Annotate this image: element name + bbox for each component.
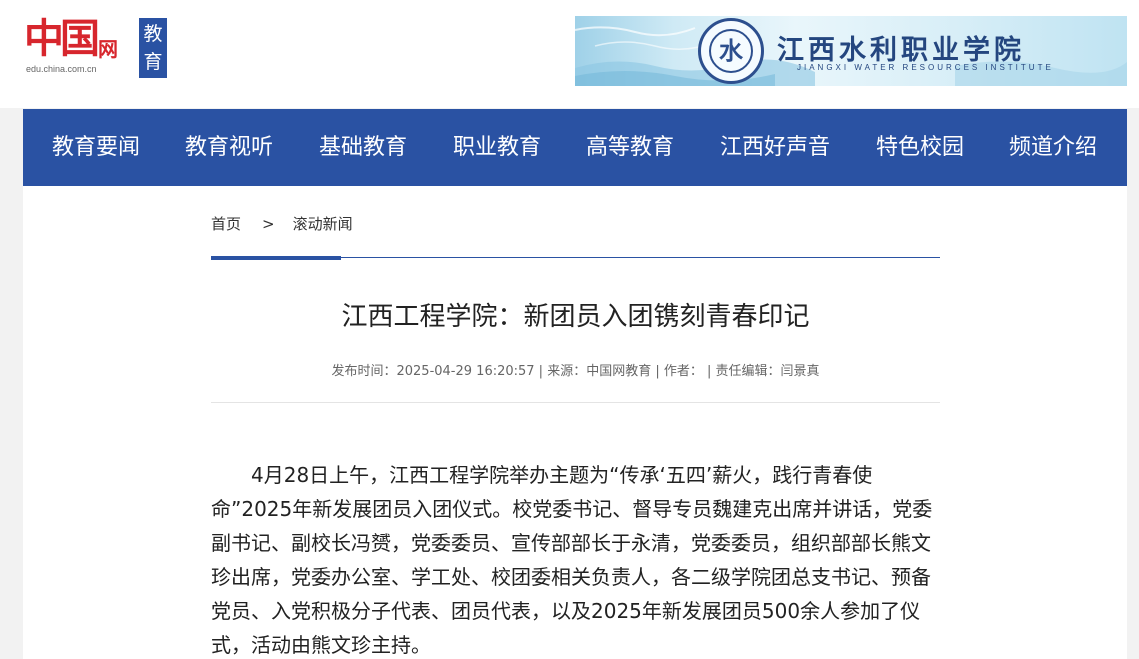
article-page: 首页 > 滚动新闻 江西工程学院：新团员入团镌刻青春印记 发布时间：2025-04-… [23, 186, 1127, 659]
banner-subtitle: JIANGXI WATER RESOURCES INSTITUTE [797, 63, 1054, 72]
article-meta: 发布时间：2025-04-29 16:20:57 | 来源：中国网教育 | 作者… [331, 364, 820, 379]
nav-item-basic-education[interactable]: 基础教育 [319, 109, 407, 186]
seal-inner: 水 [709, 29, 753, 73]
nav-item-channel-intro[interactable]: 频道介绍 [1009, 109, 1097, 186]
logo-text: 中国网 [24, 15, 118, 62]
banner-title: 江西水利职业学院 [777, 35, 1025, 66]
article-body: 4月28日上午，江西工程学院举办主题为“传承‘五四’薪火，践行青春使命”2025… [211, 458, 940, 659]
nav-item-higher-education[interactable]: 高等教育 [586, 109, 674, 186]
main-nav: 教育要闻 教育视听 基础教育 职业教育 高等教育 江西好声音 特色校园 频道介绍 [23, 109, 1127, 186]
channel-badge: 教育 [139, 18, 167, 78]
nav-item-featured-campus[interactable]: 特色校园 [876, 109, 964, 186]
logo-mark: 中国网 edu.china.com.cn [24, 14, 134, 80]
breadcrumb: 首页 > 滚动新闻 [211, 213, 353, 234]
article-title: 江西工程学院：新团员入团镌刻青春印记 [341, 302, 810, 332]
nav-item-education-video[interactable]: 教育视听 [185, 109, 273, 186]
breadcrumb-separator: > [262, 215, 275, 233]
nav-item-education-news[interactable]: 教育要闻 [52, 109, 140, 186]
breadcrumb-home-link[interactable]: 首页 [211, 213, 241, 234]
site-header: 中国网 edu.china.com.cn 教育 水 江西水利职业学院 JIANG… [0, 0, 1139, 108]
breadcrumb-divider-accent [211, 256, 341, 260]
logo-url: edu.china.com.cn [26, 64, 97, 74]
meta-divider [211, 402, 940, 403]
college-seal-icon: 水 [698, 18, 764, 84]
nav-item-vocational-education[interactable]: 职业教育 [453, 109, 541, 186]
nav-item-jiangxi-voice[interactable]: 江西好声音 [720, 109, 830, 186]
china-net-logo[interactable]: 中国网 edu.china.com.cn 教育 [24, 14, 169, 80]
college-banner[interactable]: 水 江西水利职业学院 JIANGXI WATER RESOURCES INSTI… [575, 16, 1127, 86]
article-paragraph: 4月28日上午，江西工程学院举办主题为“传承‘五四’薪火，践行青春使命”2025… [211, 463, 933, 657]
breadcrumb-current-link[interactable]: 滚动新闻 [293, 213, 353, 234]
